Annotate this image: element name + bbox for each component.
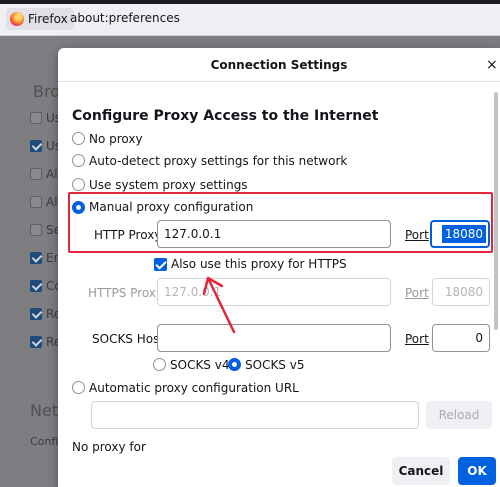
http-proxy-label: HTTP Proxy (94, 228, 162, 242)
connection-settings-dialog: Connection Settings × Configure Proxy Ac… (58, 48, 500, 487)
also-https-checkbox[interactable] (154, 258, 167, 271)
reload-button[interactable]: Reload (426, 401, 492, 429)
bg-checkbox (30, 168, 42, 180)
browser-toolbar: Firefox about:preferences (0, 0, 500, 36)
bg-section-heading: Bro (33, 82, 60, 101)
bg-checkbox (30, 336, 42, 348)
socks-v5-label[interactable]: SOCKS v5 (245, 358, 304, 372)
url-text[interactable]: about:preferences (70, 11, 180, 25)
socks-port-input[interactable]: 0 (432, 324, 490, 352)
bg-checkbox (30, 224, 42, 236)
cancel-button[interactable]: Cancel (392, 457, 450, 485)
dialog-scrollbar[interactable] (494, 92, 498, 330)
auto-url-radio[interactable] (72, 381, 85, 394)
socks-host-label: SOCKS Host (92, 332, 165, 346)
https-proxy-input[interactable]: 127.0.0.1 (157, 278, 391, 306)
http-port-input[interactable]: 18080 (430, 220, 490, 248)
bg-checkbox (30, 252, 42, 264)
bg-checkbox-label: Al (46, 195, 58, 209)
socks-port-label: Port (405, 332, 429, 346)
no-proxy-label[interactable]: No proxy (89, 132, 143, 146)
bg-checkbox (30, 140, 42, 152)
https-proxy-label: HTTPS Proxy (88, 286, 164, 300)
auto-detect-radio[interactable] (72, 154, 85, 167)
bg-checkbox (30, 280, 42, 292)
socks-v4-label[interactable]: SOCKS v4 (170, 358, 229, 372)
auto-url-label[interactable]: Automatic proxy configuration URL (89, 381, 299, 395)
system-proxy-label[interactable]: Use system proxy settings (89, 178, 248, 192)
http-port-label: Port (405, 228, 429, 242)
identity-box[interactable]: Firefox (6, 8, 74, 30)
bg-checkbox (30, 308, 42, 320)
auto-detect-label[interactable]: Auto-detect proxy settings for this netw… (89, 154, 347, 168)
bg-checkbox (30, 196, 42, 208)
ok-button[interactable]: OK (458, 457, 496, 485)
https-port-input[interactable]: 18080 (432, 278, 490, 306)
window-top-edge (0, 0, 500, 4)
close-icon[interactable]: × (486, 57, 500, 73)
annotation-arrow-icon (202, 276, 236, 334)
identity-label: Firefox (28, 12, 68, 26)
no-proxy-for-label: No proxy for (72, 440, 146, 454)
socks-host-input[interactable] (157, 324, 391, 352)
system-proxy-radio[interactable] (72, 178, 85, 191)
proxy-heading: Configure Proxy Access to the Internet (72, 108, 379, 124)
socks-port-value: 0 (475, 331, 483, 345)
http-proxy-input[interactable]: 127.0.0.1 (157, 220, 391, 248)
bg-checkbox-label: Al (46, 167, 58, 181)
firefox-icon (10, 12, 24, 26)
auto-url-input[interactable] (91, 401, 419, 429)
socks-v4-radio[interactable] (153, 358, 166, 371)
http-proxy-value: 127.0.0.1 (164, 227, 222, 241)
bg-checkbox (30, 112, 42, 124)
bg-config-text: Confi (30, 435, 59, 448)
https-port-label: Port (405, 286, 429, 300)
socks-v5-radio[interactable] (228, 358, 241, 371)
dialog-title: Connection Settings (58, 48, 500, 82)
no-proxy-radio[interactable] (72, 132, 85, 145)
http-port-value: 18080 (441, 225, 486, 243)
https-port-value: 18080 (444, 285, 483, 299)
